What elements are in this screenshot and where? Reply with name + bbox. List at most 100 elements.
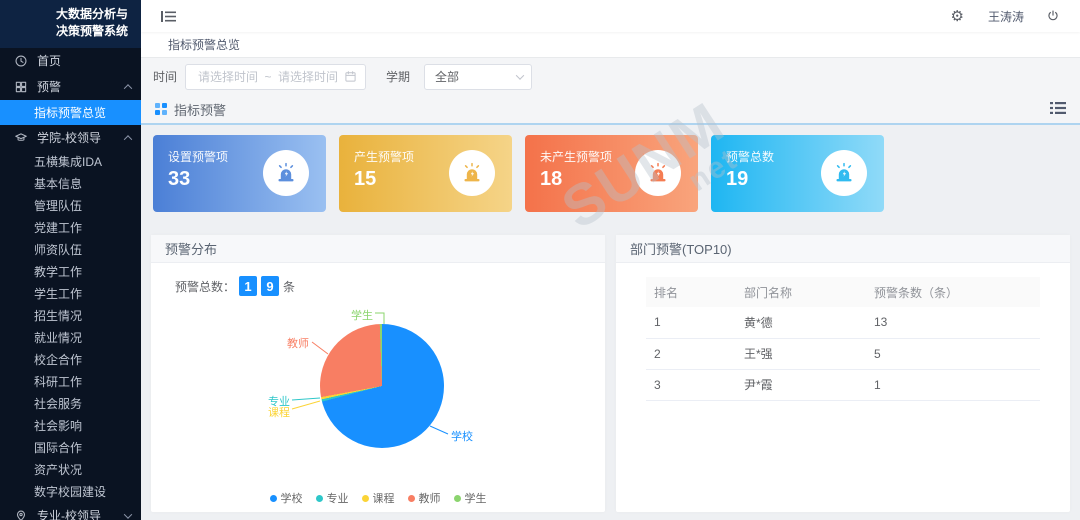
- sidebar-item[interactable]: 学生工作: [0, 283, 141, 305]
- cell-name: 尹*霞: [736, 369, 866, 400]
- top-navbar: ⚙ 王涛涛: [141, 0, 1080, 32]
- sidebar-item[interactable]: 社会影响: [0, 415, 141, 437]
- cell-count: 13: [866, 307, 1040, 338]
- sidebar-item-label: 校企合作: [34, 351, 82, 368]
- list-view-button[interactable]: [1050, 101, 1066, 118]
- power-icon: [1046, 9, 1060, 23]
- section-grid-icon: [155, 103, 167, 115]
- sidebar-item-label: 首页: [37, 52, 131, 69]
- pie-chart-area: 学生 教师 专业 课程 学校 学校 专业 课程 教师 学生: [151, 297, 605, 512]
- legend-item-teacher[interactable]: 教师: [408, 490, 441, 506]
- column-header-count: 预警条数（条）: [866, 277, 1040, 307]
- legend-dot: [362, 495, 369, 502]
- sidebar-item-label: 社会服务: [34, 395, 82, 412]
- sidebar-item-label: 管理队伍: [34, 197, 82, 214]
- sidebar-item-label: 科研工作: [34, 373, 82, 390]
- user-name[interactable]: 王涛涛: [988, 8, 1024, 25]
- legend-label: 学校: [281, 490, 303, 506]
- graduation-cap-icon: [14, 131, 28, 145]
- date-range-picker[interactable]: ~: [185, 64, 366, 90]
- legend-item-school[interactable]: 学校: [270, 490, 303, 506]
- sidebar-item-label: 学生工作: [34, 285, 82, 302]
- sidebar-item-label: 指标预警总览: [34, 104, 106, 121]
- legend-item-course[interactable]: 课程: [362, 490, 395, 506]
- sidebar-item[interactable]: 就业情况: [0, 327, 141, 349]
- calendar-icon: [344, 70, 357, 83]
- pie-label-course: 课程: [268, 404, 290, 420]
- legend-item-major[interactable]: 专业: [316, 490, 349, 506]
- sidebar-item[interactable]: 社会服务: [0, 393, 141, 415]
- legend-label: 学生: [465, 490, 487, 506]
- stat-card-total-warnings[interactable]: 预警总数 19: [711, 135, 884, 212]
- pie-chart[interactable]: [320, 324, 444, 448]
- icon-circle: [263, 150, 309, 196]
- legend-label: 课程: [373, 490, 395, 506]
- table-row[interactable]: 1 黄*德 13: [646, 307, 1040, 338]
- date-end-input[interactable]: [274, 70, 342, 84]
- sidebar-item-label: 数字校园建设: [34, 483, 106, 500]
- sidebar-item[interactable]: 资产状况: [0, 459, 141, 481]
- sidebar-item[interactable]: 五横集成IDA: [0, 151, 141, 173]
- cell-rank: 2: [646, 338, 736, 369]
- legend-dot: [270, 495, 277, 502]
- sidebar-item[interactable]: 国际合作: [0, 437, 141, 459]
- date-start-input[interactable]: [194, 70, 262, 84]
- department-warning-panel: 部门预警(TOP10) 排名 部门名称 预警条数（条） 1 黄*德: [616, 235, 1070, 512]
- sidebar-group-label: 专业-校领导: [37, 507, 125, 520]
- logout-power-button[interactable]: [1046, 9, 1060, 23]
- settings-gear-icon[interactable]: ⚙: [951, 9, 964, 24]
- legend-dot: [454, 495, 461, 502]
- sidebar-item[interactable]: 师资队伍: [0, 239, 141, 261]
- sidebar-group-college[interactable]: 学院-校领导: [0, 125, 141, 151]
- sidebar-item[interactable]: 基本信息: [0, 173, 141, 195]
- pie-label-school: 学校: [451, 428, 473, 444]
- legend-dot: [316, 495, 323, 502]
- sidebar-item[interactable]: 党建工作: [0, 217, 141, 239]
- icon-circle: [635, 150, 681, 196]
- table-row[interactable]: 3 尹*霞 1: [646, 369, 1040, 400]
- sidebar-item-label: 五横集成IDA: [34, 153, 102, 170]
- sidebar-item-indicator-overview[interactable]: 指标预警总览: [0, 100, 141, 125]
- filter-bar: 时间 ~ 学期 全部: [141, 58, 1080, 95]
- sidebar-item[interactable]: 数字校园建设: [0, 481, 141, 503]
- sidebar-group-warning[interactable]: 预警: [0, 74, 141, 100]
- sidebar-item-label: 招生情况: [34, 307, 82, 324]
- column-header-rank: 排名: [646, 277, 736, 307]
- chevron-down-icon: [124, 510, 132, 518]
- semester-select[interactable]: 全部: [424, 64, 532, 90]
- sidebar-item-label: 国际合作: [34, 439, 82, 456]
- sidebar-item-label: 社会影响: [34, 417, 82, 434]
- sidebar-item[interactable]: 管理队伍: [0, 195, 141, 217]
- total-digit: 9: [261, 276, 279, 296]
- sidebar-item[interactable]: 教学工作: [0, 261, 141, 283]
- legend-dot: [408, 495, 415, 502]
- sidebar-item[interactable]: 招生情况: [0, 305, 141, 327]
- panel-title: 预警分布: [151, 235, 605, 263]
- chevron-up-icon: [124, 135, 132, 143]
- stat-card-set-warnings[interactable]: 设置预警项 33: [153, 135, 326, 212]
- column-header-name: 部门名称: [736, 277, 866, 307]
- sidebar-item-label: 就业情况: [34, 329, 82, 346]
- table-row[interactable]: 2 王*强 5: [646, 338, 1040, 369]
- warning-distribution-panel: 预警分布 预警总数： 1 9 条 学生 教师 专业 课程: [151, 235, 605, 512]
- app-title: 大数据分析与决策预警系统: [0, 0, 141, 48]
- legend-item-student[interactable]: 学生: [454, 490, 487, 506]
- siren-alarm-icon: [460, 161, 484, 185]
- sidebar-item[interactable]: 科研工作: [0, 371, 141, 393]
- chevron-up-icon: [124, 84, 132, 92]
- location-pin-icon: [14, 509, 28, 520]
- breadcrumb[interactable]: 指标预警总览: [168, 36, 240, 53]
- cell-count: 5: [866, 338, 1040, 369]
- sidebar-group-major[interactable]: 专业-校领导: [0, 503, 141, 520]
- stat-card-not-generated-warnings[interactable]: 未产生预警项 18: [525, 135, 698, 212]
- sidebar-item-label: 基本信息: [34, 175, 82, 192]
- collapse-sidebar-button[interactable]: [161, 10, 176, 23]
- sidebar-group-label: 预警: [37, 78, 125, 95]
- clock-icon: [14, 54, 28, 68]
- sidebar-item[interactable]: 校企合作: [0, 349, 141, 371]
- sidebar-item-home[interactable]: 首页: [0, 48, 141, 74]
- cell-count: 1: [866, 369, 1040, 400]
- list-icon: [1050, 101, 1066, 115]
- pie-legend: 学校 专业 课程 教师 学生: [151, 490, 605, 506]
- stat-card-generated-warnings[interactable]: 产生预警项 15: [339, 135, 512, 212]
